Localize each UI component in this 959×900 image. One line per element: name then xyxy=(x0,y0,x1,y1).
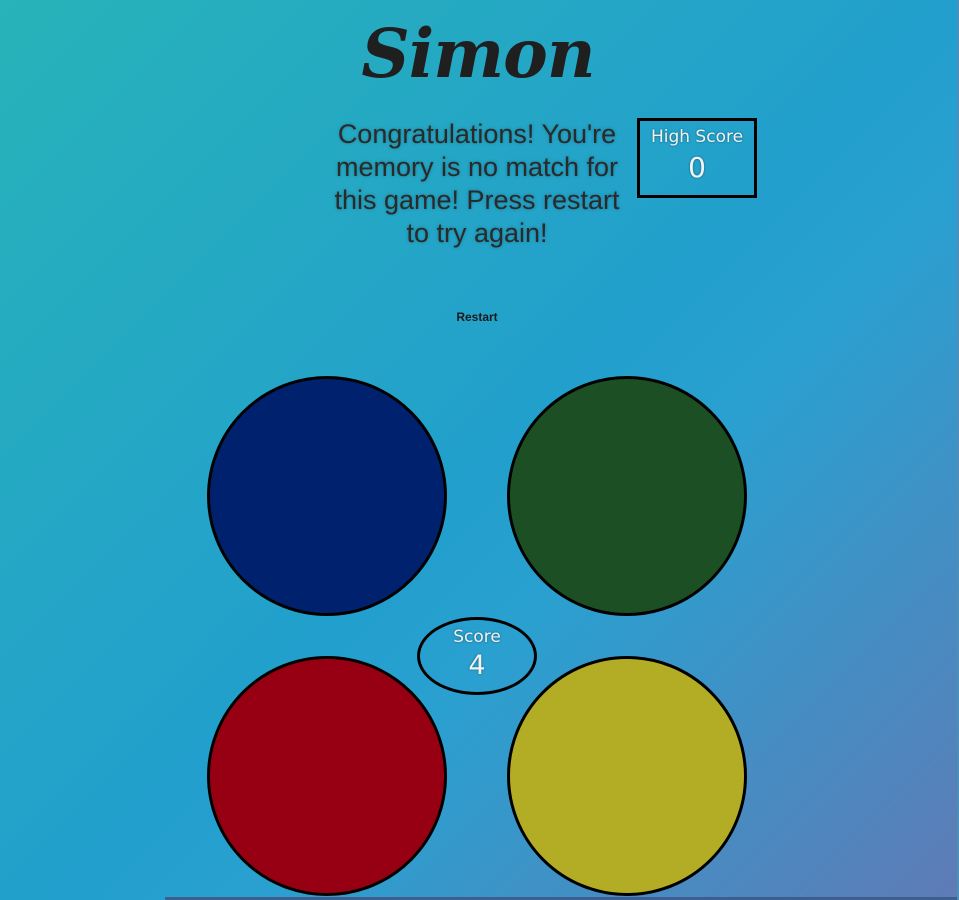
score-value: 4 xyxy=(468,650,486,681)
blue-pad[interactable] xyxy=(207,376,447,616)
high-score-box: High Score 0 xyxy=(637,118,757,198)
status-message: Congratulations! You're memory is no mat… xyxy=(334,119,620,248)
red-pad[interactable] xyxy=(207,656,447,896)
high-score-label: High Score xyxy=(650,127,744,147)
high-score-value: 0 xyxy=(688,151,706,184)
green-pad[interactable] xyxy=(507,376,747,616)
score-display: Score 4 xyxy=(417,617,537,695)
game-title: Simon xyxy=(361,14,595,93)
restart-button[interactable]: Restart xyxy=(440,307,514,327)
score-label: Score xyxy=(453,627,501,647)
yellow-pad[interactable] xyxy=(507,656,747,896)
